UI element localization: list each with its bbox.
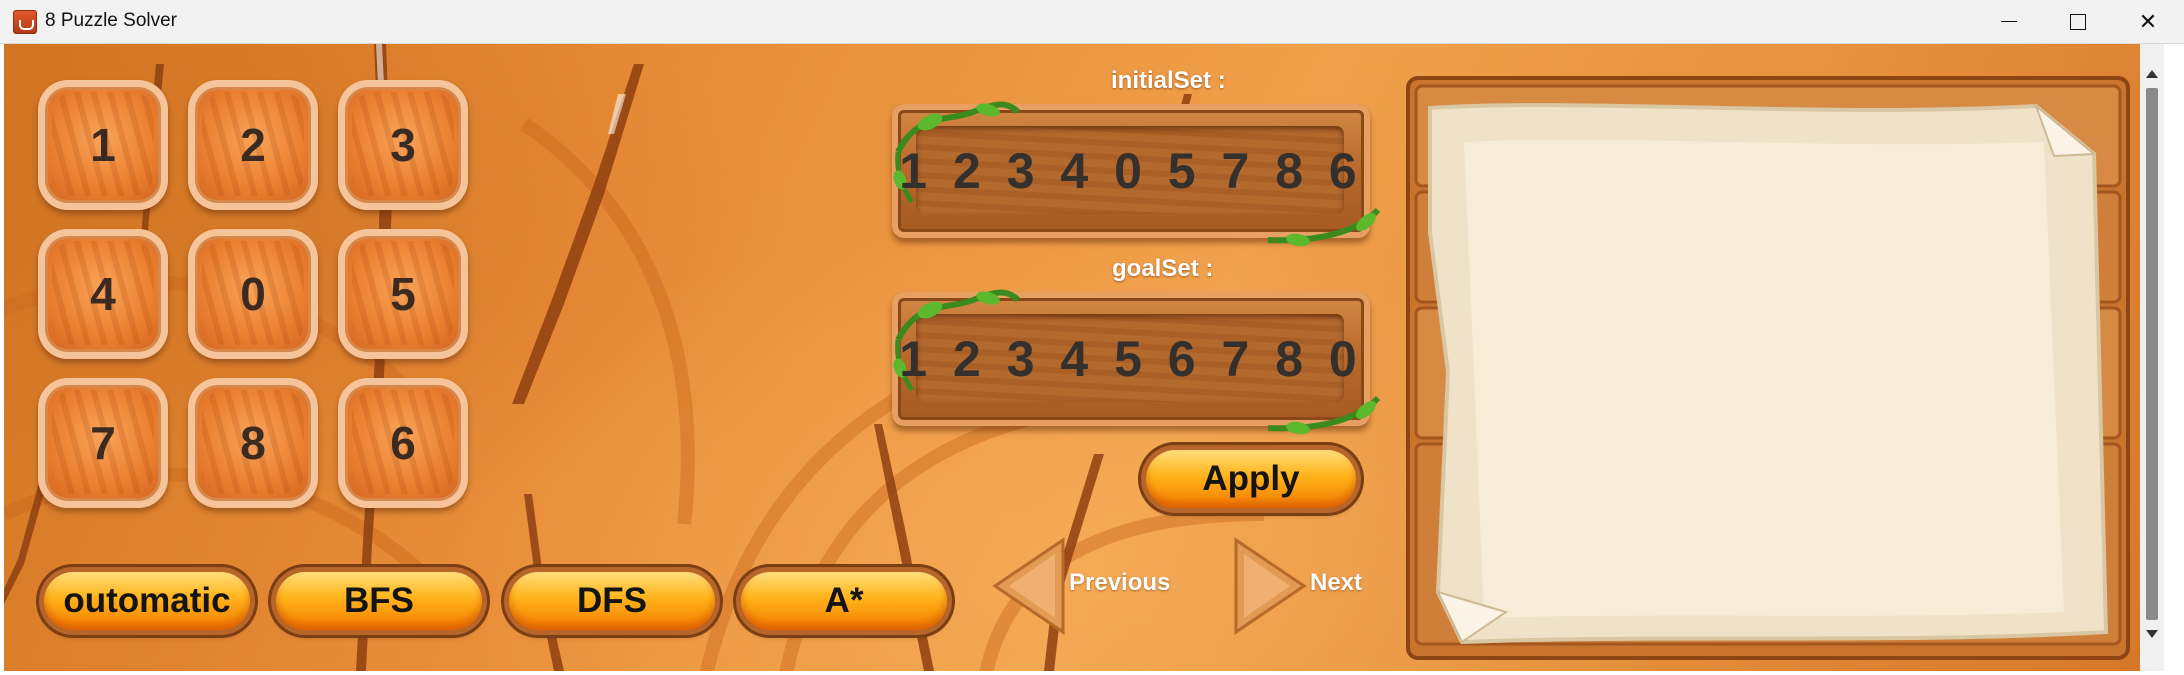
goal-set-value: 1 2 3 4 5 6 7 8 0 <box>899 331 1363 387</box>
close-button[interactable]: ✕ <box>2113 0 2183 43</box>
dfs-button[interactable]: DFS <box>509 572 715 630</box>
next-button[interactable]: Next <box>1310 569 1362 597</box>
bfs-button[interactable]: BFS <box>276 572 482 630</box>
scrollbar-thumb[interactable] <box>2146 88 2158 620</box>
tile-number: 0 <box>240 268 266 320</box>
tile-number: 4 <box>90 268 116 320</box>
initial-set-value: 1 2 3 4 0 5 7 8 6 <box>899 143 1363 199</box>
puzzle-tile[interactable]: 7 <box>38 378 168 508</box>
scroll-down-arrow-icon[interactable] <box>2140 624 2164 644</box>
game-panel: 1 2 3 4 0 5 7 8 6 initialSet : 1 2 3 4 0… <box>4 44 2140 671</box>
puzzle-tile[interactable]: 6 <box>338 378 468 508</box>
apply-button[interactable]: Apply <box>1146 450 1356 508</box>
puzzle-tile-empty[interactable]: 0 <box>188 229 318 359</box>
app-window: 8 Puzzle Solver ✕ 1 2 3 4 0 5 7 8 6 init… <box>0 0 2184 675</box>
automatic-button[interactable]: outomatic <box>44 572 250 630</box>
tile-number: 6 <box>390 417 416 469</box>
previous-arrow-icon[interactable] <box>989 536 1067 636</box>
next-arrow-icon[interactable] <box>1232 536 1310 636</box>
goal-set-label: goalSet : <box>1112 255 1214 282</box>
tile-number: 2 <box>240 119 266 171</box>
title-bar: 8 Puzzle Solver ✕ <box>0 0 2184 44</box>
tile-number: 8 <box>240 417 266 469</box>
puzzle-tile[interactable]: 8 <box>188 378 318 508</box>
tile-number: 3 <box>390 119 416 171</box>
window-edge <box>2164 44 2184 675</box>
puzzle-tile[interactable]: 4 <box>38 229 168 359</box>
java-app-icon <box>13 10 37 34</box>
tile-number: 1 <box>90 119 116 171</box>
initial-set-label: initialSet : <box>1111 67 1226 94</box>
initial-set-field[interactable]: 1 2 3 4 0 5 7 8 6 <box>892 101 1381 247</box>
puzzle-tile[interactable]: 5 <box>338 229 468 359</box>
minimize-button[interactable] <box>1974 0 2044 43</box>
maximize-icon <box>2070 13 2086 30</box>
puzzle-tile[interactable]: 1 <box>38 80 168 210</box>
goal-set-field[interactable]: 1 2 3 4 5 6 7 8 0 <box>892 289 1381 435</box>
maximize-button[interactable] <box>2043 0 2113 43</box>
close-icon: ✕ <box>2138 8 2158 34</box>
window-title: 8 Puzzle Solver <box>45 10 178 31</box>
scroll-up-arrow-icon[interactable] <box>2140 64 2164 84</box>
solution-output-panel <box>1406 76 2130 660</box>
puzzle-tile[interactable]: 2 <box>188 80 318 210</box>
puzzle-tile[interactable]: 3 <box>338 80 468 210</box>
previous-button[interactable]: Previous <box>1069 569 1170 597</box>
tile-number: 7 <box>90 417 116 469</box>
astar-button[interactable]: A* <box>741 572 947 630</box>
tile-number: 5 <box>390 268 416 320</box>
minimize-icon <box>2001 21 2017 22</box>
